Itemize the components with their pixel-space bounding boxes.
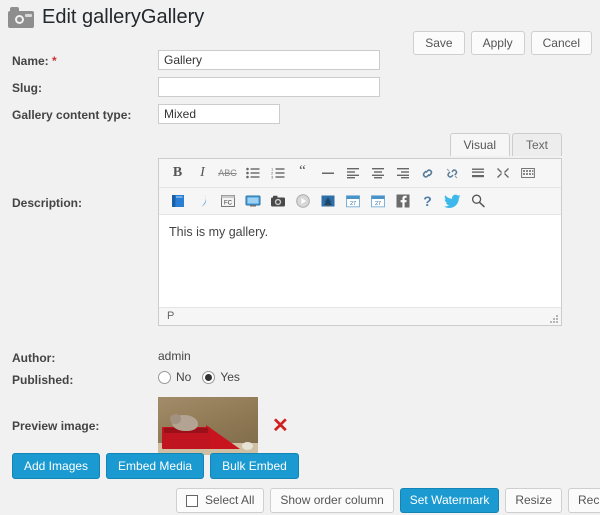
published-label: Published: xyxy=(12,373,74,387)
description-editor: Visual Text B I ABC 123 “ FC 27 27 ? Thi… xyxy=(158,133,562,326)
field-row-published: Published: No Yes xyxy=(0,369,600,387)
read-more-icon[interactable] xyxy=(465,162,490,184)
unordered-list-icon[interactable] xyxy=(240,162,265,184)
blockquote-icon[interactable]: “ xyxy=(290,162,315,184)
camera-icon xyxy=(8,6,34,28)
svg-text:27: 27 xyxy=(349,201,355,207)
unlink-icon[interactable] xyxy=(440,162,465,184)
select-all-checkbox[interactable] xyxy=(186,494,198,507)
ordered-list-icon[interactable]: 123 xyxy=(265,162,290,184)
delete-preview-image-button[interactable]: ✕ xyxy=(272,416,289,436)
editor-toolbar-row1: B I ABC 123 “ xyxy=(159,159,561,188)
book-icon[interactable] xyxy=(165,190,190,212)
show-order-column-button[interactable]: Show order column xyxy=(270,488,394,513)
resize-grip-handle[interactable] xyxy=(549,314,558,323)
name-label-text: Name: xyxy=(12,54,49,68)
published-yes-label: Yes xyxy=(220,370,240,384)
editor-tabs: Visual Text xyxy=(158,133,562,156)
gallery-actions-toolbar: Select All Show order column Set Waterma… xyxy=(176,488,600,513)
fullscreen-icon[interactable] xyxy=(490,162,515,184)
set-watermark-button[interactable]: Set Watermark xyxy=(399,488,500,513)
align-center-icon[interactable] xyxy=(365,162,390,184)
slug-label: Slug: xyxy=(12,81,42,95)
content-type-select[interactable] xyxy=(158,104,280,124)
search-icon[interactable] xyxy=(465,190,490,212)
camera-icon[interactable] xyxy=(265,190,290,212)
published-radio-no[interactable] xyxy=(158,370,171,384)
screen-icon[interactable] xyxy=(240,190,265,212)
description-label: Description: xyxy=(12,196,83,210)
align-left-icon[interactable] xyxy=(340,162,365,184)
published-radio-yes[interactable] xyxy=(202,370,216,384)
strikethrough-icon[interactable]: ABC xyxy=(215,162,240,184)
name-input[interactable] xyxy=(158,50,380,70)
svg-text:3: 3 xyxy=(271,175,274,179)
editor-toolbar-row2: FC 27 27 ? xyxy=(159,188,561,215)
preview-image-label: Preview image: xyxy=(12,419,100,433)
author-value: admin xyxy=(158,349,191,363)
field-row-preview-image: Preview image: ✕ xyxy=(0,397,600,455)
slug-input[interactable] xyxy=(158,77,380,97)
insert-link-icon[interactable] xyxy=(415,162,440,184)
author-label: Author: xyxy=(12,351,56,365)
recreate-thumbnails-button[interactable]: Recreate Thumbnails xyxy=(568,488,600,513)
name-label: Name: * xyxy=(0,50,158,68)
editor-content-area[interactable]: This is my gallery. xyxy=(159,215,561,307)
help-icon[interactable]: ? xyxy=(415,190,440,212)
italic-icon[interactable]: I xyxy=(190,162,215,184)
tab-text[interactable]: Text xyxy=(511,133,562,156)
bulk-embed-button[interactable]: Bulk Embed xyxy=(210,453,299,479)
add-images-button[interactable]: Add Images xyxy=(12,453,101,479)
calendar-27-icon[interactable]: 27 xyxy=(365,190,390,212)
tab-visual[interactable]: Visual xyxy=(449,133,510,156)
content-type-label: Gallery content type: xyxy=(12,108,132,122)
required-marker: * xyxy=(52,54,57,68)
calendar-day-label: 27 xyxy=(374,201,380,207)
twitter-icon[interactable] xyxy=(440,190,465,212)
fc-icon[interactable]: FC xyxy=(215,190,240,212)
embed-media-button[interactable]: Embed Media xyxy=(106,453,205,479)
horizontal-rule-icon[interactable] xyxy=(315,162,340,184)
editor-status-bar: P xyxy=(159,307,561,325)
field-row-content-type: Gallery content type: xyxy=(0,104,600,124)
bold-icon[interactable]: B xyxy=(165,162,190,184)
calendar-icon[interactable]: 27 xyxy=(340,190,365,212)
svg-text:FC: FC xyxy=(224,201,233,207)
resize-button[interactable]: Resize xyxy=(505,488,563,513)
field-row-slug: Slug: xyxy=(0,77,600,97)
media-buttons-row: Add Images Embed Media Bulk Embed xyxy=(12,453,299,479)
select-all-label: Select All xyxy=(205,493,255,507)
align-right-icon[interactable] xyxy=(390,162,415,184)
page-header: Edit galleryGallery xyxy=(0,0,600,32)
tree-icon[interactable] xyxy=(315,190,340,212)
select-all-button[interactable]: Select All xyxy=(176,488,265,513)
field-row-name: Name: * xyxy=(0,50,600,70)
swirl-icon[interactable] xyxy=(190,190,215,212)
facebook-icon[interactable] xyxy=(390,190,415,212)
published-no-label: No xyxy=(176,370,192,384)
page-title: Edit galleryGallery xyxy=(42,6,205,28)
lower-form-area: Author: admin Published: No Yes Preview … xyxy=(0,347,600,455)
kitchen-sink-icon[interactable] xyxy=(515,162,540,184)
field-row-author: Author: admin xyxy=(0,347,600,365)
editor-path-indicator: P xyxy=(167,310,175,322)
preview-image-thumbnail[interactable] xyxy=(158,397,258,455)
play-icon[interactable] xyxy=(290,190,315,212)
editor-box: B I ABC 123 “ FC 27 27 ? This is my gall… xyxy=(158,158,562,326)
published-radio-group: No Yes xyxy=(158,369,246,384)
